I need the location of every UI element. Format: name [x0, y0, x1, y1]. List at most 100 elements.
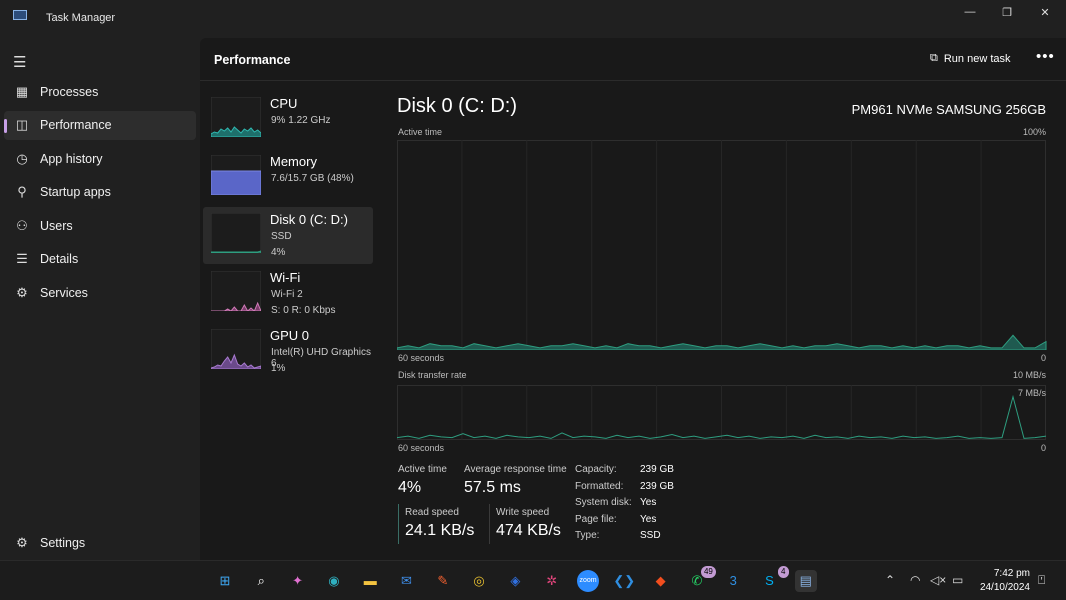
sidebar-item-services[interactable]: ⚙ Services	[4, 278, 196, 307]
graph-scale: 7 MB/s	[1017, 388, 1046, 398]
sidebar-item-label: Performance	[40, 118, 112, 132]
battery-icon[interactable]: ▭	[952, 573, 963, 587]
wifi-icon[interactable]: ◠	[910, 573, 920, 587]
app-glyph: ✉	[401, 573, 412, 588]
zoom-icon[interactable]: zoom	[577, 570, 599, 592]
hamburger-menu-icon[interactable]: ☰	[13, 53, 26, 71]
app-blue-icon[interactable]: ◈	[504, 570, 526, 592]
avg-response-label: Average response time	[464, 464, 567, 475]
device-name: GPU 0	[270, 328, 310, 343]
app-glyph: ▬	[363, 573, 377, 588]
read-speed-label: Read speed	[405, 507, 459, 518]
prop-value: 239 GB	[640, 480, 674, 492]
more-options-icon[interactable]: •••	[1036, 48, 1055, 65]
active-time-graph	[397, 140, 1047, 350]
start-icon[interactable]: ⊞	[214, 570, 236, 592]
device-memory[interactable]: Memory 7.6/15.7 GB (48%)	[203, 149, 373, 206]
run-new-task-button[interactable]: ⧉ Run new task	[930, 52, 1011, 65]
app-glyph: ⊞	[219, 573, 231, 588]
sidebar-item-label: Startup apps	[40, 185, 111, 199]
avg-response-value: 57.5 ms	[464, 479, 521, 496]
clock[interactable]: 7:42 pm 24/10/2024	[978, 567, 1030, 595]
divider	[200, 80, 1066, 81]
close-button[interactable]: ✕	[1030, 6, 1060, 19]
app-glyph: 3	[729, 573, 737, 588]
search-icon[interactable]: ⌕	[250, 570, 272, 592]
disk-model: PM961 NVMe SAMSUNG 256GB	[851, 102, 1046, 117]
notifications-icon[interactable]: ⍞	[1038, 573, 1045, 588]
run-new-task-label: Run new task	[943, 52, 1011, 65]
app-orange-icon[interactable]: ✎	[432, 570, 454, 592]
sidebar-item-label: Services	[40, 285, 88, 300]
edge-icon[interactable]: ◉	[323, 570, 345, 592]
active-time-label: Active time	[398, 464, 447, 475]
device-detail: 9% 1.22 GHz	[271, 115, 331, 126]
mail-icon[interactable]: ✉	[396, 570, 418, 592]
sidebar-item-details[interactable]: ☰ Details	[4, 245, 196, 274]
device-detail: 1%	[271, 363, 286, 374]
figma-icon[interactable]: ◆	[650, 570, 672, 592]
gear-icon: ⚙	[16, 534, 28, 550]
device-mini-graph	[211, 155, 261, 195]
performance-icon: ◫	[15, 117, 29, 132]
title-bar: Task Manager — ❐ ✕	[0, 0, 1066, 38]
sidebar-item-startup-apps[interactable]: ⚲ Startup apps	[4, 178, 196, 207]
app-glyph: ⌕	[257, 573, 265, 588]
device-mini-graph	[211, 329, 261, 369]
read-speed-value: 24.1 KB/s	[405, 522, 475, 539]
device-gpu[interactable]: GPU 0 Intel(R) UHD Graphics 6 1%	[203, 323, 373, 380]
sidebar-item-users[interactable]: ⚇ Users	[4, 211, 196, 240]
sidebar-item-settings[interactable]: ⚙ Settings	[4, 528, 196, 557]
services-icon: ⚙	[16, 284, 28, 300]
chevron-up-icon[interactable]: ⌃	[885, 573, 895, 587]
prop-label: Type:	[575, 530, 600, 541]
copilot-icon[interactable]: ✦	[287, 570, 309, 592]
device-disk[interactable]: Disk 0 (C: D:) SSD 4%	[203, 207, 373, 264]
device-detail: SSD	[271, 231, 292, 242]
device-name: Disk 0 (C: D:)	[270, 212, 348, 227]
minimize-button[interactable]: —	[955, 6, 985, 18]
device-detail: Intel(R) UHD Graphics 6	[271, 347, 372, 369]
time: 7:42 pm	[993, 568, 1030, 579]
sidebar-item-label: Users	[40, 218, 73, 233]
app-glyph: S	[765, 573, 774, 588]
device-cpu[interactable]: CPU 9% 1.22 GHz	[203, 91, 373, 148]
app-glyph: ◎	[473, 573, 485, 588]
prop-value: SSD	[640, 530, 661, 541]
task-manager-icon[interactable]: ▤	[794, 570, 817, 592]
processes-icon: ▦	[15, 83, 29, 99]
graph-min: 0	[1040, 443, 1046, 453]
users-icon: ⚇	[16, 217, 28, 233]
whatsapp-icon[interactable]: ✆ 49	[686, 566, 716, 592]
maximize-button[interactable]: ❐	[992, 6, 1022, 19]
volume-muted-icon[interactable]: ◁×	[930, 573, 946, 587]
app-glyph: zoom	[579, 577, 597, 584]
graph-label: Disk transfer rate	[398, 370, 467, 380]
prop-value: Yes	[640, 497, 657, 508]
active-time-value: 4%	[398, 479, 422, 496]
graph-label: Active time	[398, 127, 443, 137]
read-indicator	[398, 504, 399, 544]
chrome-icon[interactable]: ◎	[468, 570, 490, 592]
sidebar-item-label: Details	[40, 252, 79, 266]
skype-icon[interactable]: S4	[759, 566, 789, 592]
vscode-icon[interactable]: ❮❯	[613, 570, 635, 592]
device-mini-graph	[211, 97, 261, 137]
device-name: Memory	[270, 154, 317, 169]
slack-icon[interactable]: ✲	[541, 570, 563, 592]
run-task-icon: ⧉	[930, 52, 938, 64]
device-detail: Wi-Fi 2	[271, 289, 303, 300]
sidebar-item-processes[interactable]: ▦ Processes	[4, 77, 196, 106]
sidebar-item-performance[interactable]: ◫ Performance	[4, 110, 196, 140]
app-glyph: ✆	[691, 573, 703, 588]
sidebar-item-app-history[interactable]: ◷ App history	[4, 144, 196, 173]
performance-panel: Performance ⧉ Run new task ••• CPU 9% 1.2…	[200, 38, 1066, 560]
graph-max: 100%	[1022, 127, 1046, 137]
device-mini-graph	[211, 271, 261, 311]
file-explorer-icon[interactable]: ▬	[359, 570, 381, 592]
device-wi-fi[interactable]: Wi-Fi Wi-Fi 2 S: 0 R: 0 Kbps	[203, 265, 373, 322]
app-3-icon[interactable]: 3	[722, 570, 744, 592]
app-glyph: ❮❯	[613, 573, 636, 588]
device-detail: 4%	[271, 247, 286, 258]
app-glyph: ✲	[546, 573, 558, 588]
